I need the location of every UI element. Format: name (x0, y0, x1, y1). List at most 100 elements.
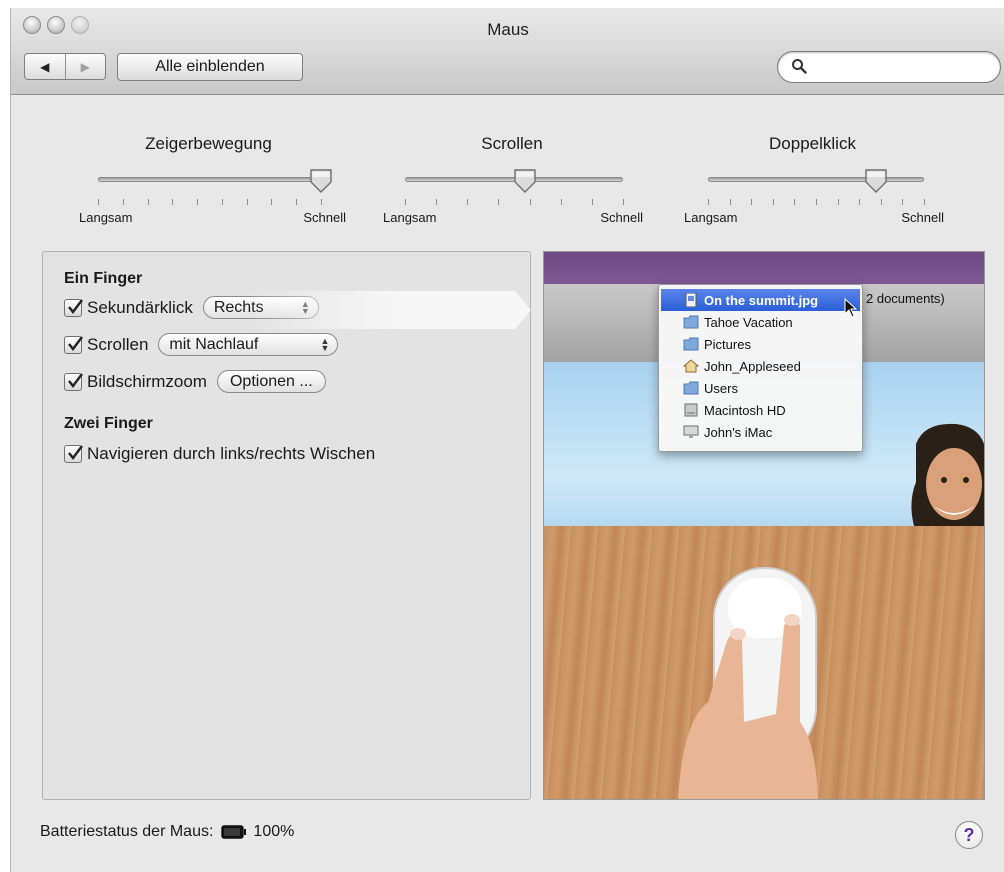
search-input[interactable] (812, 57, 986, 79)
slider-tick (560, 199, 562, 205)
slider-track[interactable] (708, 177, 924, 182)
slider-tick (498, 199, 500, 205)
menu-item-tahoe-vacation[interactable]: Tahoe Vacation (661, 311, 860, 333)
slider-thumb[interactable] (513, 168, 537, 194)
menu-item-label: Users (704, 380, 738, 396)
secondary-click-label: Sekundärklick (87, 297, 193, 317)
slider-tick (729, 199, 731, 205)
slider-tick (529, 199, 531, 205)
popup-arrows-icon: ▲▼ (320, 335, 330, 353)
slider-tick (467, 199, 469, 205)
slider-tick (271, 199, 273, 205)
swipe-navigate-checkbox[interactable] (64, 445, 83, 463)
preview-desktop-bar (544, 252, 984, 284)
back-arrow-icon: ◀ (40, 59, 50, 74)
slider-tick (197, 199, 199, 205)
slider-label: Zeigerbewegung (145, 134, 272, 153)
menu-item-users[interactable]: Users (661, 377, 860, 399)
menu-item-john-appleseed[interactable]: John_Appleseed (661, 355, 860, 377)
battery-percent: 100% (253, 823, 295, 840)
help-button[interactable]: ? (955, 821, 983, 849)
slider-tick (708, 199, 709, 205)
slider-tick (837, 199, 839, 205)
window-title: Maus (487, 20, 529, 39)
double-click-speed-slider[interactable]: Doppelklick Langsam Schnell (681, 132, 944, 232)
slider-tick (794, 199, 796, 205)
zoom-options-button[interactable]: Optionen ... (216, 370, 326, 393)
slider-tick (859, 199, 861, 205)
slider-tick (246, 199, 248, 205)
show-all-button[interactable]: Alle einblenden (117, 53, 303, 81)
folder-icon (683, 337, 699, 351)
slider-tick (816, 199, 817, 205)
slider-tick (772, 199, 774, 205)
search-field[interactable] (777, 51, 1001, 83)
screen-zoom-label: Bildschirmzoom (87, 371, 207, 391)
gesture-preview: 2 documents) On the summit.jpg Tahoe Vac… (543, 251, 985, 800)
slider-tick (924, 199, 925, 205)
slider-tick (98, 199, 99, 205)
checkmark-icon (68, 298, 83, 314)
menu-item-label: Pictures (704, 336, 751, 352)
one-finger-heading: Ein Finger (64, 270, 143, 287)
gesture-settings-panel: Ein Finger Sekundärklick Rechts ▲▼ Scrol… (42, 251, 531, 800)
secondary-click-checkbox[interactable] (64, 298, 83, 317)
slider-max-label: Schnell (600, 210, 643, 225)
menu-item-label: On the summit.jpg (704, 292, 819, 308)
pointer-speed-slider[interactable]: Zeigerbewegung Langsam Schnell (71, 132, 346, 232)
battery-status: Batteriestatus der Maus: 100% (40, 823, 294, 841)
slider-track[interactable] (98, 177, 321, 182)
slider-tick (296, 199, 298, 205)
menu-item-macintosh-hd[interactable]: Macintosh HD (661, 399, 860, 421)
slider-label: Scrollen (481, 134, 543, 153)
scrolling-checkbox[interactable] (64, 335, 83, 354)
back-button[interactable]: ◀ (25, 54, 66, 79)
slider-tick (902, 199, 904, 205)
harddisk-icon (684, 403, 698, 417)
two-finger-heading: Zwei Finger (64, 415, 153, 432)
slider-tick (436, 199, 438, 205)
selected-row-highlight (246, 291, 503, 329)
slider-ticks (98, 199, 322, 205)
slider-min-label: Langsam (79, 210, 133, 225)
battery-icon (221, 825, 247, 839)
slider-tick (147, 199, 149, 205)
screen-zoom-row: Bildschirmzoom Optionen ... (64, 370, 326, 393)
path-popup-menu: On the summit.jpg Tahoe Vacation Picture… (658, 284, 863, 452)
scrolling-label: Scrollen (87, 334, 149, 354)
menu-item-on-the-summit[interactable]: On the summit.jpg (661, 289, 860, 311)
scrolling-popup[interactable]: mit Nachlauf ▲ ▼ (158, 333, 339, 356)
menu-item-johns-imac[interactable]: John's iMac (661, 421, 860, 443)
checkmark-icon (68, 445, 83, 460)
mouse-pointer-icon (844, 298, 858, 318)
file-icon (685, 293, 697, 307)
person-photo (911, 423, 984, 526)
scroll-speed-slider[interactable]: Scrollen Langsam Schnell (381, 132, 643, 232)
slider-tick (591, 199, 593, 205)
popup-value: mit Nachlauf (169, 335, 259, 353)
slider-thumb[interactable] (864, 168, 888, 194)
slider-tick (405, 199, 406, 205)
menu-item-label: John_Appleseed (704, 358, 801, 374)
swipe-navigate-label: Navigieren durch links/rechts Wischen (87, 444, 376, 463)
screen-zoom-checkbox[interactable] (64, 372, 83, 391)
folder-icon (683, 381, 699, 395)
slider-ticks (405, 199, 624, 205)
home-icon (683, 359, 699, 373)
navigation-group: ◀ ▶ (24, 53, 106, 80)
forward-button[interactable]: ▶ (66, 54, 106, 79)
selected-row-indicator (501, 291, 531, 329)
scrolling-row: Scrollen mit Nachlauf ▲ ▼ (64, 333, 339, 356)
folder-icon (683, 315, 699, 329)
menu-item-label: Tahoe Vacation (704, 314, 793, 330)
search-icon (792, 59, 807, 74)
slider-thumb[interactable] (309, 168, 333, 194)
menu-item-pictures[interactable]: Pictures (661, 333, 860, 355)
slider-ticks (708, 199, 925, 205)
checkmark-icon (68, 372, 83, 388)
slider-label: Doppelklick (769, 134, 856, 153)
slider-max-label: Schnell (901, 210, 944, 225)
slider-tick (321, 199, 322, 205)
title-bar: Maus ◀ ▶ Alle einblenden (11, 8, 1004, 95)
menu-item-label: Macintosh HD (704, 402, 786, 418)
